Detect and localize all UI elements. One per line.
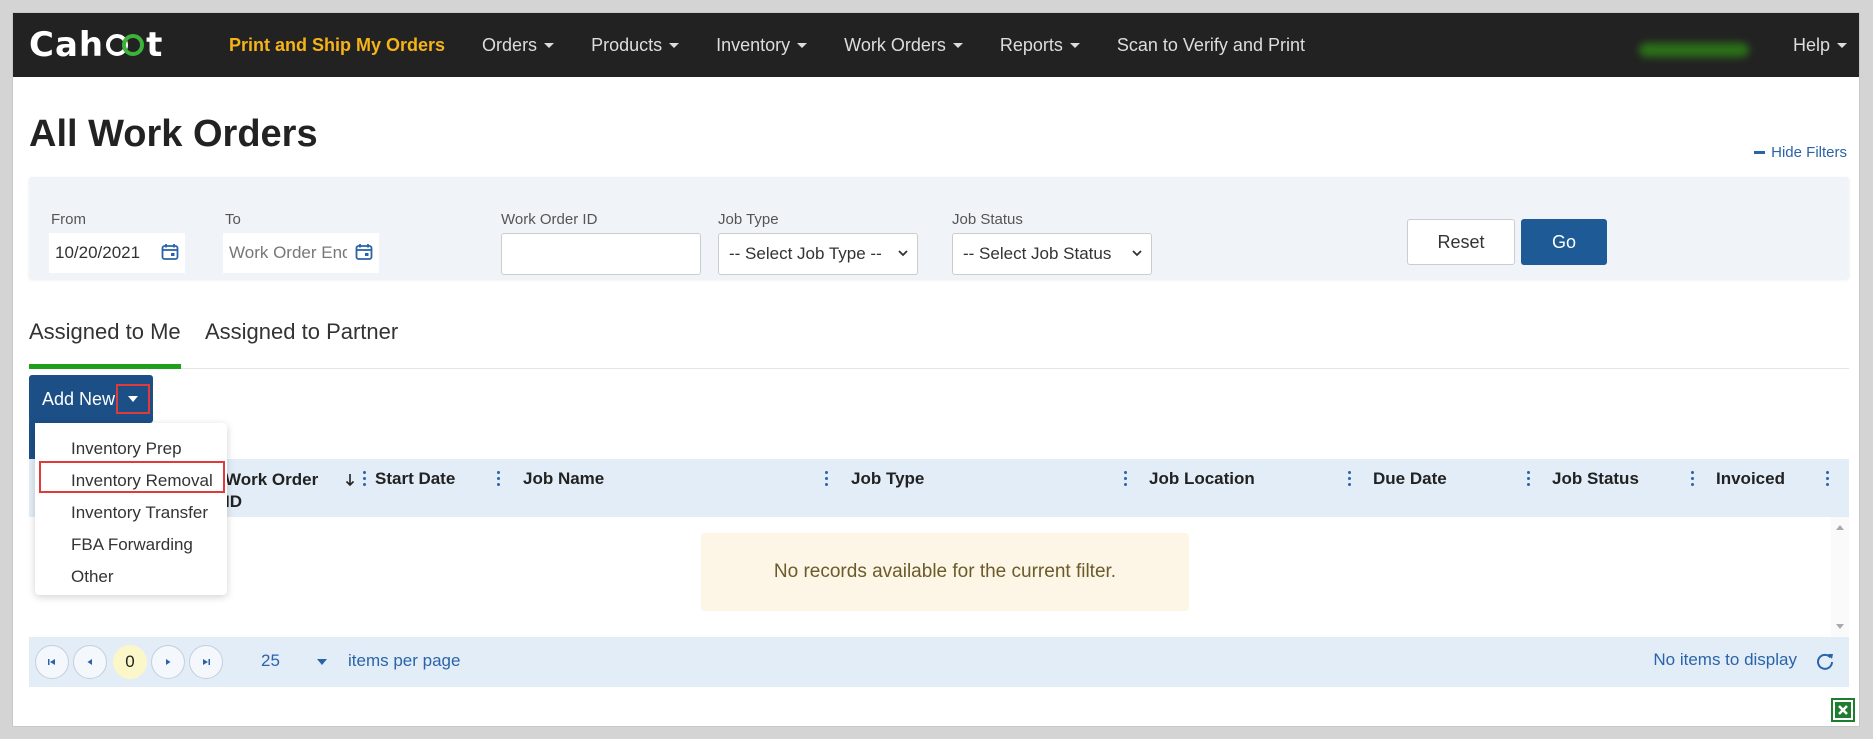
nav-help[interactable]: Help — [1793, 13, 1847, 77]
caret-down-icon — [544, 42, 555, 48]
menu-item-fba-forwarding[interactable]: FBA Forwarding — [35, 535, 227, 555]
first-page-icon — [48, 659, 55, 665]
col-invoiced[interactable]: Invoiced — [1716, 469, 1785, 489]
logo-text-h: h — [78, 25, 105, 65]
col-job-location[interactable]: Job Location — [1149, 469, 1255, 489]
column-menu-icon[interactable] — [1124, 471, 1127, 489]
filter-panel: From 10/20/2021 To Work Order End Work O… — [29, 177, 1849, 279]
last-page-icon — [203, 659, 210, 665]
logo-text-end: t — [146, 25, 164, 65]
to-date-field[interactable]: Work Order End — [223, 233, 379, 273]
menu-item-inventory-prep[interactable]: Inventory Prep — [35, 439, 227, 459]
scroll-down-icon[interactable] — [1836, 624, 1844, 629]
column-menu-icon[interactable] — [825, 471, 828, 489]
nav-inventory[interactable]: Inventory — [716, 35, 808, 56]
from-date-field[interactable]: 10/20/2021 — [49, 233, 185, 273]
sort-descending-icon[interactable] — [345, 473, 355, 487]
column-menu-icon[interactable] — [1691, 471, 1694, 489]
caret-down-icon — [669, 42, 680, 48]
caret-down-icon — [797, 42, 808, 48]
page-title: All Work Orders — [29, 113, 318, 155]
add-new-menu: Inventory Prep Inventory Removal Invento… — [35, 423, 227, 595]
column-menu-icon[interactable] — [1348, 471, 1351, 489]
highlight-box — [39, 461, 225, 493]
grid-body: No records available for the current fil… — [29, 517, 1849, 637]
logo-text-start: Ca — [29, 25, 79, 65]
caret-down-icon — [952, 42, 963, 48]
items-per-page-label: items per page — [348, 651, 461, 670]
last-page-button[interactable] — [189, 645, 223, 679]
job-type-select[interactable]: -- Select Job Type -- — [718, 233, 918, 275]
grid-scrollbar[interactable] — [1831, 517, 1849, 637]
job-status-label: Job Status — [952, 211, 1023, 228]
menu-item-other[interactable]: Other — [35, 567, 227, 587]
chevron-down-icon — [1132, 250, 1142, 257]
reset-button[interactable]: Reset — [1407, 219, 1515, 265]
empty-state-message: No records available for the current fil… — [701, 533, 1189, 611]
app-window: Ca h t Print and Ship My Orders Orders Pr… — [12, 12, 1860, 727]
col-work-order-id[interactable]: Work Order ID — [225, 469, 325, 513]
hide-filters-link[interactable]: Hide Filters — [1754, 144, 1847, 161]
nav-products[interactable]: Products — [591, 35, 680, 56]
pager-status: No items to display — [1653, 650, 1797, 669]
next-page-icon — [166, 659, 171, 665]
column-menu-icon[interactable] — [363, 471, 366, 489]
add-new-dropdown-toggle[interactable] — [116, 384, 150, 414]
logo-loop-icon — [106, 34, 145, 56]
column-menu-icon[interactable] — [1527, 471, 1530, 489]
work-order-id-label: Work Order ID — [501, 211, 598, 228]
next-page-button[interactable] — [151, 645, 185, 679]
current-page-indicator[interactable]: 0 — [113, 645, 147, 679]
go-button[interactable]: Go — [1521, 219, 1607, 265]
caret-down-icon — [1837, 42, 1847, 48]
menu-item-inventory-transfer[interactable]: Inventory Transfer — [35, 503, 227, 523]
caret-down-icon — [1069, 42, 1080, 48]
work-order-id-input[interactable] — [501, 233, 701, 275]
user-menu-blurred[interactable] — [1639, 43, 1749, 57]
minus-icon — [1754, 151, 1766, 154]
col-due-date[interactable]: Due Date — [1373, 469, 1447, 489]
nav-scan-to-verify[interactable]: Scan to Verify and Print — [1117, 35, 1305, 56]
page-size-select[interactable]: 25 — [261, 651, 331, 675]
refresh-icon[interactable] — [1815, 651, 1835, 671]
col-start-date[interactable]: Start Date — [375, 469, 455, 489]
job-status-select[interactable]: -- Select Job Status — [952, 233, 1152, 275]
calendar-icon[interactable] — [161, 243, 179, 261]
job-type-label: Job Type — [718, 211, 779, 228]
to-label: To — [225, 211, 241, 228]
grid-pager: 0 25 items per page No items to display — [29, 637, 1849, 687]
top-navbar: Ca h t Print and Ship My Orders Orders Pr… — [13, 13, 1859, 77]
nav-work-orders[interactable]: Work Orders — [844, 35, 963, 56]
nav-reports[interactable]: Reports — [1000, 35, 1080, 56]
cahoot-logo[interactable]: Ca h t — [29, 25, 164, 65]
calendar-icon[interactable] — [355, 243, 373, 261]
first-page-button[interactable] — [35, 645, 69, 679]
caret-down-icon — [317, 659, 327, 665]
tab-assigned-to-me[interactable]: Assigned to Me — [29, 319, 181, 369]
col-job-name[interactable]: Job Name — [523, 469, 604, 489]
scroll-up-icon[interactable] — [1836, 525, 1844, 530]
grid-header: Work Order ID Start Date Job Name Job Ty… — [29, 459, 1849, 517]
col-job-status[interactable]: Job Status — [1552, 469, 1639, 489]
column-menu-icon[interactable] — [497, 471, 500, 489]
nav-menu: Print and Ship My Orders Orders Products… — [229, 13, 1342, 77]
nav-print-and-ship[interactable]: Print and Ship My Orders — [229, 35, 445, 56]
column-menu-icon[interactable] — [1826, 471, 1829, 489]
excel-export-icon[interactable] — [1831, 698, 1855, 722]
nav-orders[interactable]: Orders — [482, 35, 555, 56]
caret-down-icon — [128, 396, 138, 402]
previous-page-button[interactable] — [73, 645, 107, 679]
tab-assigned-to-partner[interactable]: Assigned to Partner — [205, 319, 398, 369]
previous-page-icon — [87, 659, 92, 665]
from-label: From — [51, 211, 86, 228]
assignment-tabs: Assigned to Me Assigned to Partner — [29, 319, 1849, 369]
chevron-down-icon — [898, 250, 908, 257]
col-job-type[interactable]: Job Type — [851, 469, 924, 489]
